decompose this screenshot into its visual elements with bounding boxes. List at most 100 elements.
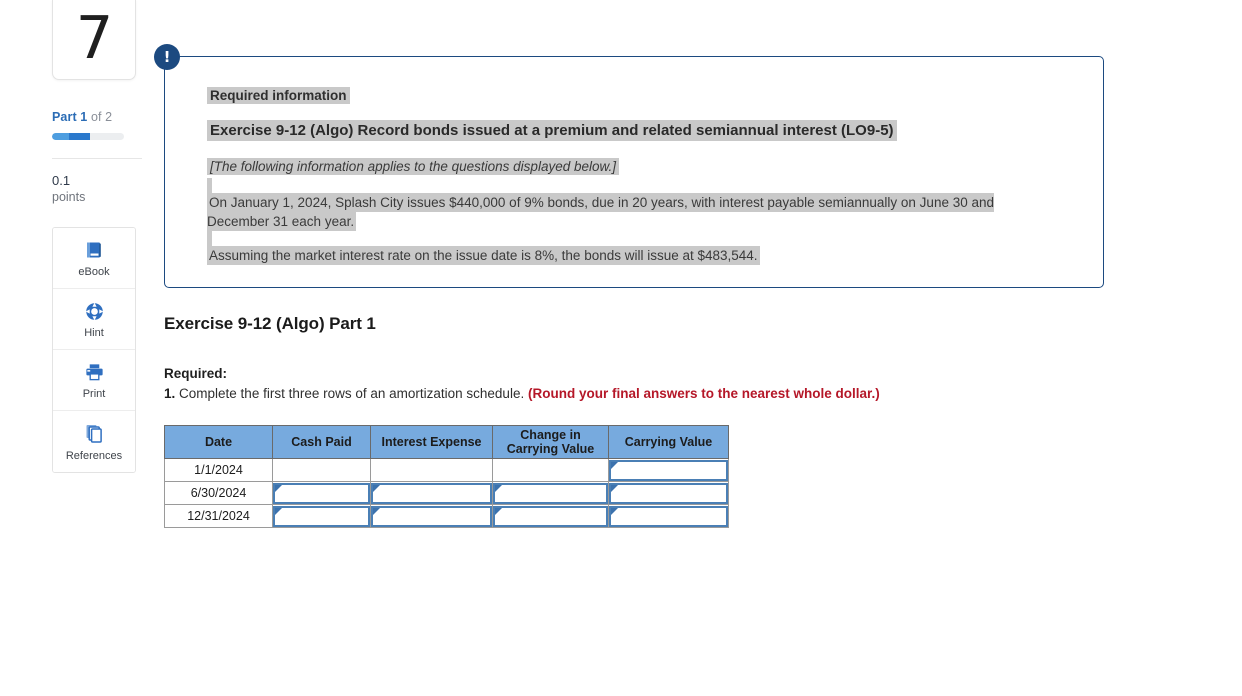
paragraph-2: Assuming the market interest rate on the… <box>207 246 760 265</box>
input-wrapper <box>371 482 492 504</box>
cell-carrying-value-row2[interactable] <box>608 481 729 505</box>
cell-interest-expense-row2[interactable] <box>370 481 493 505</box>
tool-label-hint: Hint <box>84 327 104 339</box>
part-label: Part 1 of 2 <box>52 110 136 124</box>
cell-carrying-value-row3[interactable] <box>608 504 729 528</box>
cell-change-carrying-value-row2[interactable] <box>492 481 609 505</box>
part-current: 1 <box>80 110 88 124</box>
column-header-change-in-carrying-value: Change in Carrying Value <box>492 425 609 459</box>
tool-button-hint[interactable]: Hint <box>53 289 135 350</box>
amortization-schedule-wrap: Date Cash Paid Interest Expense Change i… <box>164 425 1224 528</box>
cell-change-carrying-value-row1 <box>492 458 609 482</box>
input-wrapper <box>273 482 370 504</box>
exercise-title: Exercise 9-12 (Algo) Record bonds issued… <box>207 120 897 141</box>
input-carrying-value-row1[interactable] <box>611 462 726 479</box>
table-row: 1/1/2024 <box>164 458 729 482</box>
column-header-interest-expense: Interest Expense <box>370 425 493 459</box>
cell-cash-paid-row2[interactable] <box>272 481 371 505</box>
input-wrapper <box>609 482 728 504</box>
table-header-row: Date Cash Paid Interest Expense Change i… <box>164 425 729 459</box>
alert-badge-icon: ! <box>154 44 180 70</box>
points-value: 0.1 <box>52 173 71 188</box>
stacked-pages-icon <box>84 422 104 446</box>
left-rail: 7 Part 1 of 2 0.1 points eBook Hint Prin… <box>52 0 144 473</box>
cell-interest-expense-row3[interactable] <box>370 504 493 528</box>
tool-label-print: Print <box>82 388 106 400</box>
question-page: 7 Part 1 of 2 0.1 points eBook Hint Prin… <box>0 0 1242 696</box>
progress-fill-segment-1 <box>52 133 69 140</box>
progress-fill-segment-2 <box>69 133 90 140</box>
part-progress-block: Part 1 of 2 <box>52 110 136 140</box>
points-block: 0.1 points <box>52 173 144 205</box>
part-suffix: of 2 <box>90 110 113 124</box>
required-information-label-row: Required information <box>207 85 1075 107</box>
required-item-line: 1. Complete the first three rows of an a… <box>164 384 1224 403</box>
header-change-line-2: Carrying Value <box>506 442 595 456</box>
table-body: 1/1/2024 6/30/2024 12/31/2024 <box>164 458 729 528</box>
life-ring-icon <box>84 299 105 323</box>
tool-button-ebook[interactable]: eBook <box>53 228 135 289</box>
required-information-container: ! Required information Exercise 9-12 (Al… <box>154 44 1224 288</box>
question-number: 7 <box>75 3 114 72</box>
paragraph-2-row: Assuming the market interest rate on the… <box>207 246 1031 265</box>
required-item-text: Complete the first three rows of an amor… <box>179 386 525 401</box>
input-carrying-value-row3[interactable] <box>611 508 726 525</box>
table-row: 12/31/2024 <box>164 504 729 528</box>
required-information-box: Required information Exercise 9-12 (Algo… <box>164 56 1104 288</box>
part-progress-bar <box>52 133 124 140</box>
exercise-title-row: Exercise 9-12 (Algo) Record bonds issued… <box>207 119 1075 143</box>
cell-change-carrying-value-row3[interactable] <box>492 504 609 528</box>
question-number-card: 7 <box>52 0 136 80</box>
cell-date-row1: 1/1/2024 <box>164 458 273 482</box>
applies-note-row: [The following information applies to th… <box>207 156 1075 178</box>
cell-date-row2: 6/30/2024 <box>164 481 273 505</box>
book-icon <box>84 238 104 262</box>
cell-cash-paid-row1 <box>272 458 371 482</box>
input-change-carrying-value-row3[interactable] <box>495 508 606 525</box>
input-wrapper <box>609 459 728 481</box>
rounding-note: (Round your final answers to the nearest… <box>527 386 880 401</box>
tool-label-ebook: eBook <box>78 266 110 278</box>
paragraph-1-row: On January 1, 2024, Splash City issues $… <box>207 193 1031 231</box>
required-label: Required: <box>164 366 228 381</box>
spacer-4 <box>207 231 1075 246</box>
input-interest-expense-row2[interactable] <box>373 485 490 502</box>
cell-cash-paid-row3[interactable] <box>272 504 371 528</box>
column-header-date: Date <box>164 425 273 459</box>
input-wrapper <box>273 505 370 527</box>
input-wrapper <box>371 505 492 527</box>
input-interest-expense-row3[interactable] <box>373 508 490 525</box>
input-cash-paid-row3[interactable] <box>275 508 368 525</box>
input-wrapper <box>609 505 728 527</box>
input-wrapper <box>493 505 608 527</box>
amortization-table: Date Cash Paid Interest Expense Change i… <box>164 425 729 528</box>
applies-note: [The following information applies to th… <box>207 158 619 175</box>
input-carrying-value-row2[interactable] <box>611 485 726 502</box>
tool-label-references: References <box>65 449 123 462</box>
part-prefix: Part <box>52 110 77 124</box>
header-change-line-1: Change in <box>520 428 581 442</box>
part-heading: Exercise 9-12 (Algo) Part 1 <box>164 314 376 333</box>
paragraph-1: On January 1, 2024, Splash City issues $… <box>207 193 994 231</box>
input-wrapper <box>493 482 608 504</box>
printer-icon <box>84 360 105 384</box>
main-content: ! Required information Exercise 9-12 (Al… <box>154 0 1224 528</box>
points-label: points <box>52 190 86 204</box>
cell-carrying-value-row1[interactable] <box>608 458 729 482</box>
input-cash-paid-row2[interactable] <box>275 485 368 502</box>
tool-button-print[interactable]: Print <box>53 350 135 411</box>
rail-divider <box>52 158 142 159</box>
tool-buttons-panel: eBook Hint Print References <box>52 227 136 473</box>
required-information-label: Required information <box>207 87 350 104</box>
required-item-number: 1. <box>164 386 176 401</box>
tool-button-references[interactable]: References <box>53 411 135 472</box>
column-header-cash-paid: Cash Paid <box>272 425 371 459</box>
spacer-3 <box>207 178 1075 193</box>
cell-interest-expense-row1 <box>370 458 493 482</box>
cell-date-row3: 12/31/2024 <box>164 504 273 528</box>
input-change-carrying-value-row2[interactable] <box>495 485 606 502</box>
table-row: 6/30/2024 <box>164 481 729 505</box>
column-header-carrying-value: Carrying Value <box>608 425 729 459</box>
